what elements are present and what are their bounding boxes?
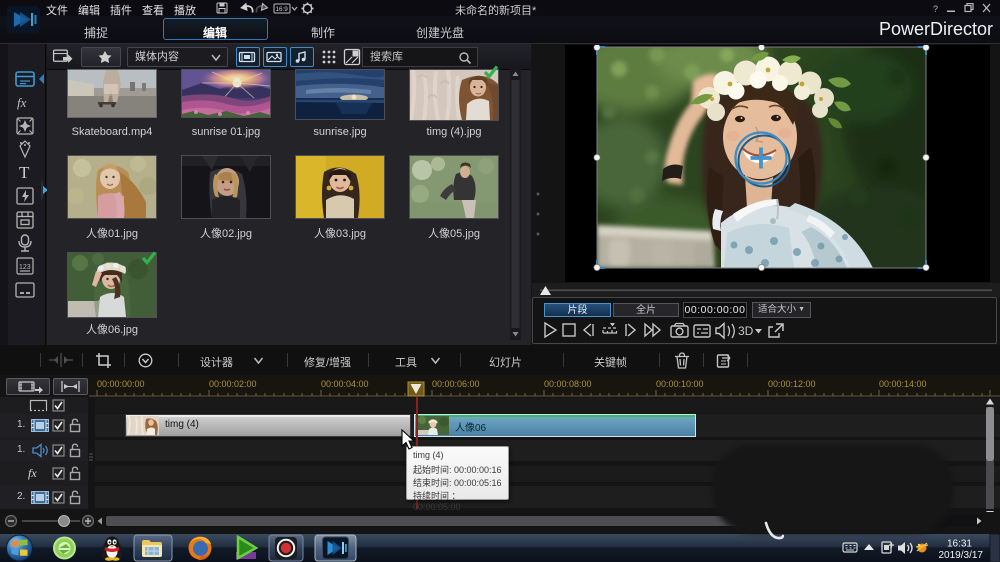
svg-text:00:00:00:00: 00:00:00:00 bbox=[97, 379, 145, 389]
svg-text:00:00:02:00: 00:00:02:00 bbox=[209, 379, 257, 389]
svg-text:00:00:08:00: 00:00:08:00 bbox=[544, 379, 592, 389]
svg-text:3D: 3D bbox=[738, 324, 754, 338]
svg-text:123: 123 bbox=[19, 264, 31, 271]
svg-text:?: ? bbox=[933, 4, 938, 13]
svg-text:2019/3/17: 2019/3/17 bbox=[939, 550, 984, 561]
svg-text:00:00:10:00: 00:00:10:00 bbox=[656, 379, 704, 389]
svg-text:00:00:12:00: 00:00:12:00 bbox=[768, 379, 816, 389]
svg-text:16:31: 16:31 bbox=[947, 539, 972, 550]
svg-text:T: T bbox=[19, 163, 30, 182]
svg-text:fx: fx bbox=[17, 95, 27, 110]
svg-text:00:00:06:00: 00:00:06:00 bbox=[432, 379, 480, 389]
svg-text:16:9: 16:9 bbox=[276, 6, 289, 13]
svg-text:00:00:04:00: 00:00:04:00 bbox=[321, 379, 369, 389]
svg-text:00:00:14:00: 00:00:14:00 bbox=[879, 379, 927, 389]
